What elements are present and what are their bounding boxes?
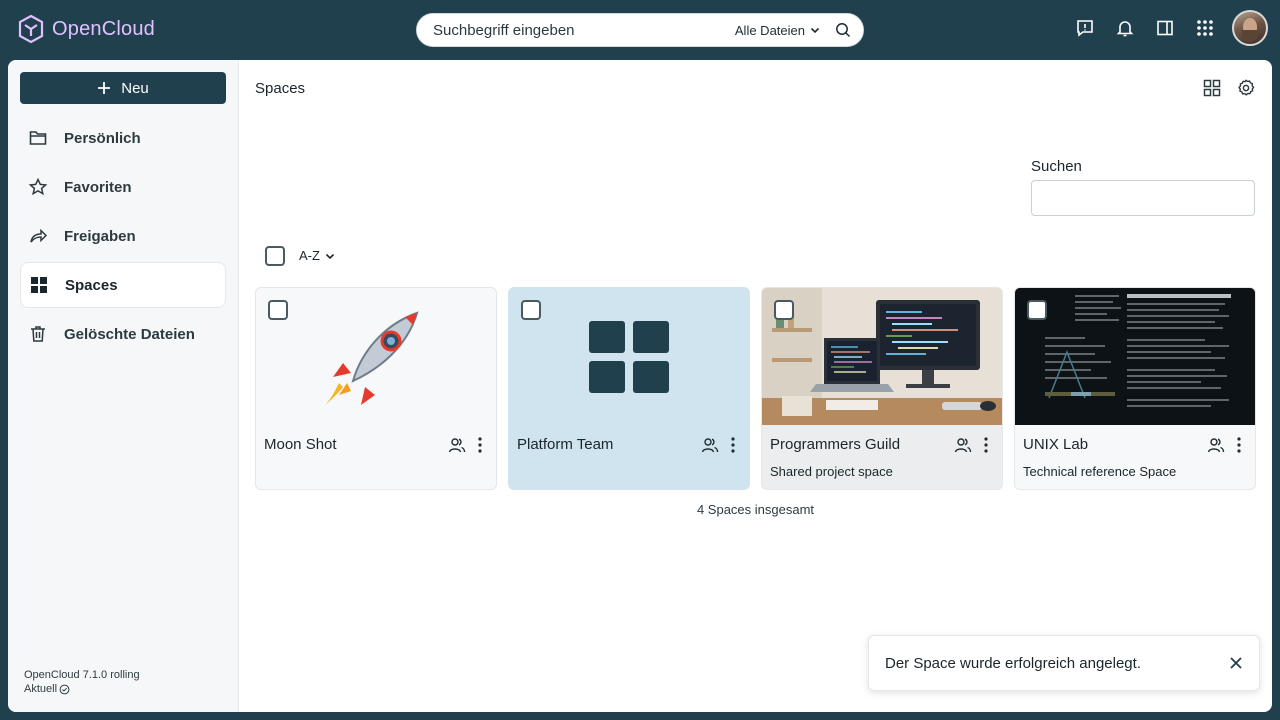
global-search[interactable]: Alle Dateien xyxy=(416,13,864,47)
new-button-label: Neu xyxy=(121,79,149,97)
close-icon[interactable] xyxy=(1229,656,1243,670)
rocket-icon xyxy=(325,310,419,405)
sidebar-toggle-button[interactable] xyxy=(1152,15,1178,41)
space-description: Shared project space xyxy=(770,464,893,479)
apps-grid-icon xyxy=(1197,20,1213,36)
feedback-button[interactable] xyxy=(1072,15,1098,41)
desk-photo-image xyxy=(762,288,1002,425)
spaces-grid-icon xyxy=(31,277,47,293)
more-options-icon[interactable] xyxy=(982,436,990,454)
members-icon[interactable] xyxy=(448,436,466,454)
space-image[interactable] xyxy=(509,288,749,425)
space-image[interactable] xyxy=(762,288,1002,425)
space-actions xyxy=(954,436,990,454)
space-card-programmers-guild[interactable]: Programmers Guild Shared project space xyxy=(761,287,1003,490)
top-bar: OpenCloud Alle Dateien xyxy=(0,0,1280,60)
view-options xyxy=(1202,78,1256,98)
app-container: Neu Persönlich Favoriten Freigaben Space… xyxy=(8,60,1272,712)
space-checkbox[interactable] xyxy=(521,300,541,320)
side-panel-icon xyxy=(1157,20,1173,36)
app-switcher-button[interactable] xyxy=(1192,15,1218,41)
members-icon[interactable] xyxy=(701,436,719,454)
sidebar-item-label: Persönlich xyxy=(64,129,141,147)
space-card-moon-shot[interactable]: Moon Shot xyxy=(255,287,497,490)
toast-message: Der Space wurde erfolgreich angelegt. xyxy=(885,654,1141,672)
space-image[interactable] xyxy=(256,288,496,425)
new-button[interactable]: Neu xyxy=(20,72,226,104)
notifications-button[interactable] xyxy=(1112,15,1138,41)
main-content: Spaces Suchen A-Z Moon Shot Platform Tea… xyxy=(239,60,1272,712)
filter-input[interactable] xyxy=(1031,180,1255,216)
sort-label: A-Z xyxy=(299,248,320,263)
spaces-grid: Moon Shot Platform Team Programmers Guil… xyxy=(255,287,1256,490)
more-options-icon[interactable] xyxy=(729,436,737,454)
sidebar-item-shares[interactable]: Freigaben xyxy=(20,213,226,259)
space-title[interactable]: Programmers Guild xyxy=(770,436,900,453)
space-checkbox[interactable] xyxy=(774,300,794,320)
terminal-screenshot-image xyxy=(1015,288,1255,425)
gear-icon[interactable] xyxy=(1236,78,1256,98)
success-toast: Der Space wurde erfolgreich angelegt. xyxy=(868,635,1260,691)
space-description: Technical reference Space xyxy=(1023,464,1177,479)
version-status: Aktuell xyxy=(24,683,58,695)
sidebar-item-label: Spaces xyxy=(65,276,118,294)
space-actions xyxy=(448,436,484,454)
app-name: OpenCloud xyxy=(52,17,155,40)
version-label: OpenCloud 7.1.0 rolling xyxy=(24,669,140,681)
bell-icon xyxy=(1116,21,1134,37)
plus-icon xyxy=(98,82,111,94)
space-card-platform-team[interactable]: Platform Team xyxy=(508,287,750,490)
version-info: OpenCloud 7.1.0 rolling Aktuell xyxy=(24,668,140,696)
members-icon[interactable] xyxy=(954,436,972,454)
sidebar-nav: Persönlich Favoriten Freigaben Spaces Ge… xyxy=(20,115,226,360)
sidebar-item-label: Favoriten xyxy=(64,178,132,196)
spaces-total: 4 Spaces insgesamt xyxy=(696,502,815,517)
chevron-down-icon xyxy=(325,253,335,259)
user-avatar[interactable] xyxy=(1232,10,1268,46)
select-all-checkbox[interactable] xyxy=(265,246,285,266)
search-scope-label: Alle Dateien xyxy=(734,22,805,38)
opencloud-logo-icon xyxy=(18,14,44,44)
sidebar-item-personal[interactable]: Persönlich xyxy=(20,115,226,161)
more-options-icon[interactable] xyxy=(476,436,484,454)
filter-label: Suchen xyxy=(1031,158,1082,175)
space-actions xyxy=(701,436,737,454)
chevron-down-icon xyxy=(810,27,820,34)
search-input[interactable] xyxy=(433,21,735,39)
space-title[interactable]: Platform Team xyxy=(517,436,613,453)
breadcrumb[interactable]: Spaces xyxy=(255,80,305,97)
top-actions xyxy=(1072,10,1268,46)
trash-icon xyxy=(31,326,45,342)
sidebar-item-label: Gelöschte Dateien xyxy=(64,325,195,343)
sort-dropdown[interactable]: A-Z xyxy=(299,248,336,263)
space-checkbox[interactable] xyxy=(268,300,288,320)
sidebar-item-trash[interactable]: Gelöschte Dateien xyxy=(20,311,226,357)
more-options-icon[interactable] xyxy=(1235,436,1243,454)
share-icon xyxy=(30,228,48,243)
space-actions xyxy=(1207,436,1243,454)
sidebar-item-favorites[interactable]: Favoriten xyxy=(20,164,226,210)
space-title[interactable]: UNIX Lab xyxy=(1023,436,1088,453)
folder-icon xyxy=(29,131,47,145)
spaces-grid-icon xyxy=(589,320,669,393)
tiles-view-icon[interactable] xyxy=(1202,78,1222,98)
check-circle-icon xyxy=(59,684,70,694)
space-title[interactable]: Moon Shot xyxy=(264,436,337,453)
star-icon xyxy=(28,177,48,196)
sidebar: Neu Persönlich Favoriten Freigaben Space… xyxy=(8,60,239,712)
members-icon[interactable] xyxy=(1207,436,1225,454)
search-icon[interactable] xyxy=(835,22,851,38)
app-logo[interactable]: OpenCloud xyxy=(18,14,155,44)
search-scope-dropdown[interactable]: Alle Dateien xyxy=(735,23,821,38)
sidebar-item-label: Freigaben xyxy=(64,227,136,245)
space-image[interactable] xyxy=(1015,288,1255,425)
feedback-icon xyxy=(1077,20,1093,37)
sidebar-item-spaces[interactable]: Spaces xyxy=(20,262,226,308)
space-checkbox[interactable] xyxy=(1027,300,1047,320)
space-card-unix-lab[interactable]: UNIX Lab Technical reference Space xyxy=(1014,287,1256,490)
